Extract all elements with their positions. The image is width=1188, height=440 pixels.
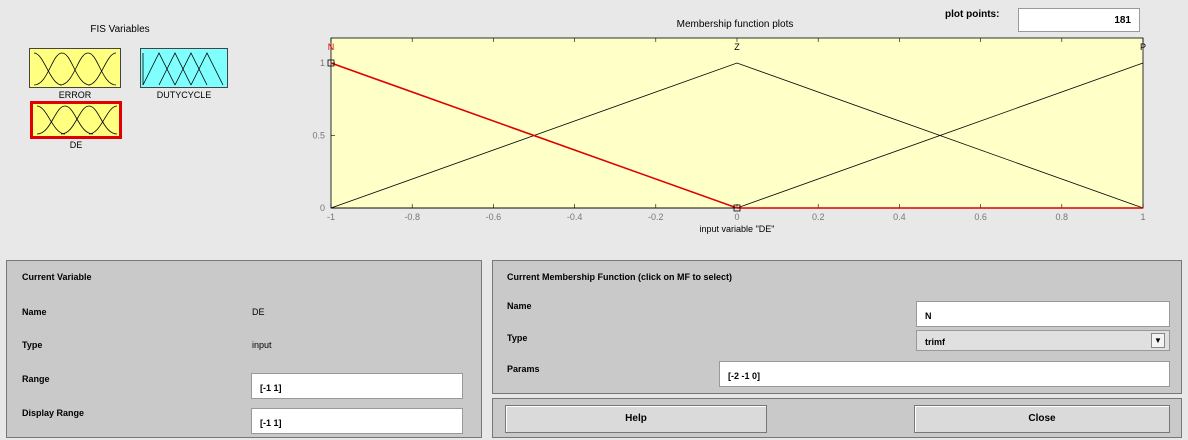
y-tick-label: 0	[320, 203, 325, 213]
buttons-panel: Help Close	[492, 398, 1182, 438]
mf-icon	[142, 52, 224, 86]
x-tick-label: -0.4	[567, 212, 583, 222]
variable-de-label: DE	[69, 140, 83, 150]
x-tick-label: 0.2	[812, 212, 825, 222]
variable-dutycycle-box[interactable]	[140, 48, 228, 88]
x-tick-label: 1	[1140, 212, 1145, 222]
x-tick-label: 0.4	[893, 212, 906, 222]
mf-label-n: N	[328, 42, 335, 52]
x-tick-label: -1	[327, 212, 335, 222]
x-tick-label: 0.6	[974, 212, 987, 222]
mf-name-label: Name	[507, 301, 532, 311]
variable-dutycycle-label: DUTYCYCLE	[156, 90, 212, 100]
plot-area	[330, 37, 1144, 209]
y-tick-label: 0.5	[312, 131, 325, 141]
plot-points-input[interactable]: 181	[1018, 8, 1140, 32]
display-range-label: Display Range	[22, 408, 85, 418]
y-tick-label: 1	[320, 58, 325, 68]
x-tick-label: -0.6	[486, 212, 502, 222]
params-label: Params	[507, 364, 540, 374]
variable-error-box[interactable]	[29, 48, 121, 88]
plot-points-label: plot points:	[945, 9, 1000, 20]
membership-function-plot[interactable]: -1 -0.8 -0.6 -0.4 -0.2 0 0.2 0.4 0.6 0.8 1 0 0.5 1 inp…	[300, 30, 1160, 245]
current-variable-title: Current Variable	[22, 272, 92, 282]
mf-icon	[36, 105, 118, 135]
x-axis-label: input variable "DE"	[700, 224, 775, 234]
range-input[interactable]: [-1 1]	[251, 373, 463, 399]
mf-type-value: trimf	[925, 337, 945, 347]
variable-de-box[interactable]	[30, 101, 122, 139]
chevron-down-icon[interactable]: ▼	[1151, 333, 1165, 348]
x-tick-label: -0.8	[404, 212, 420, 222]
mf-type-select[interactable]: trimf ▼	[916, 330, 1170, 351]
variable-name-value: DE	[252, 307, 265, 317]
variable-type-value: input	[252, 340, 272, 350]
current-variable-panel: Current Variable Name DE Type input Rang…	[6, 260, 482, 438]
help-button[interactable]: Help	[505, 405, 767, 433]
x-tick-label: 0	[734, 212, 739, 222]
mf-label-p: P	[1140, 42, 1146, 52]
mf-params-input[interactable]: [-2 -1 0]	[719, 361, 1170, 387]
plot-title: Membership function plots	[676, 19, 794, 30]
close-button[interactable]: Close	[914, 405, 1170, 433]
mf-name-input[interactable]: N	[916, 301, 1170, 327]
mf-label-z: Z	[734, 42, 740, 52]
display-range-input[interactable]: [-1 1]	[251, 408, 463, 434]
variable-error-label: ERROR	[58, 90, 92, 100]
mf-icon	[33, 52, 117, 86]
fis-variables-title: FIS Variables	[90, 24, 150, 35]
type-label: Type	[22, 340, 43, 350]
x-tick-label: -0.2	[648, 212, 664, 222]
current-mf-panel: Current Membership Function (click on MF…	[492, 260, 1182, 394]
current-mf-title: Current Membership Function (click on MF…	[507, 272, 733, 282]
mf-type-label: Type	[507, 333, 528, 343]
name-label: Name	[22, 307, 47, 317]
x-tick-label: 0.8	[1056, 212, 1069, 222]
range-label: Range	[22, 374, 50, 384]
